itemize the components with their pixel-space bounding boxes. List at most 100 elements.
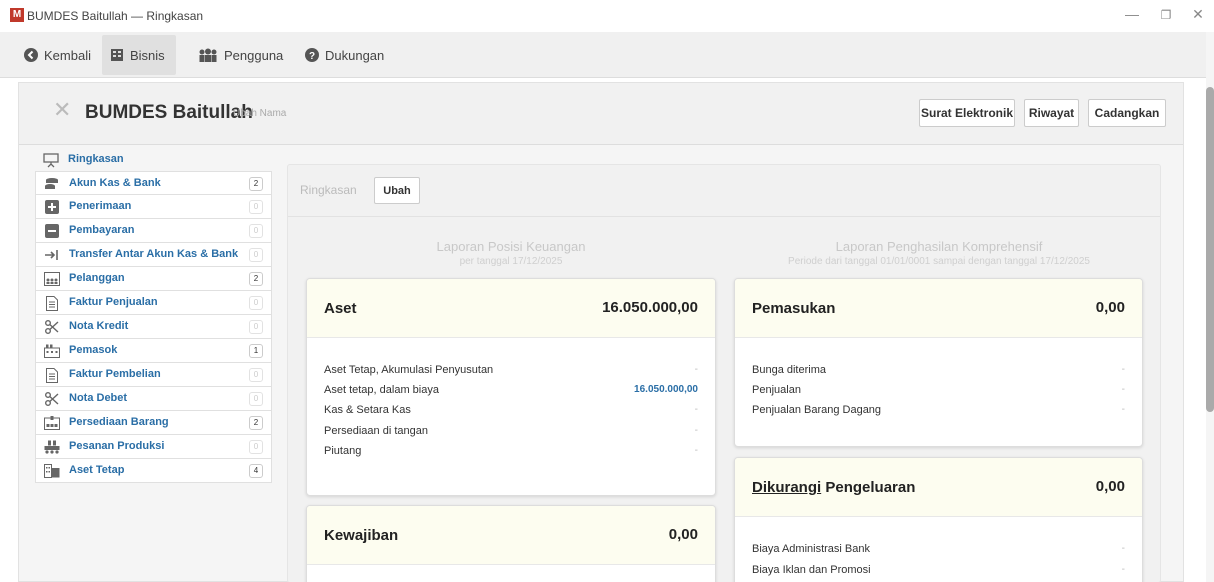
list-item[interactable]: Aset tetap, dalam biaya 16.050.000,00 — [324, 384, 698, 404]
less-link[interactable]: Dikurangi — [752, 479, 821, 496]
sidebar-item-label: Pembayaran — [69, 224, 135, 236]
back-button[interactable]: Kembali — [16, 32, 99, 78]
sidebar-item-production-orders[interactable]: Pesanan Produksi 0 — [35, 435, 272, 459]
window-title: BUMDES Baitullah — Ringkasan — [27, 9, 204, 23]
business-label: Bisnis — [130, 47, 165, 63]
liabilities-card: Kewajiban 0,00 — [306, 505, 716, 582]
list-item[interactable]: Biaya Administrasi Bank - — [752, 543, 1125, 563]
sidebar-item-summary[interactable]: Ringkasan — [35, 148, 272, 171]
back-label: Kembali — [44, 47, 91, 63]
sidebar-item-label: Pelanggan — [69, 272, 125, 284]
sidebar-item-transfers[interactable]: Transfer Antar Akun Kas & Bank 0 — [35, 243, 272, 267]
list-item[interactable]: Biaya Iklan dan Promosi - — [752, 564, 1125, 582]
account-value: - — [694, 404, 698, 415]
liabilities-title: Kewajiban — [324, 527, 399, 544]
count-badge: 0 — [249, 224, 263, 238]
scrollbar-thumb[interactable] — [1206, 87, 1214, 412]
help-icon: ? — [305, 48, 319, 62]
plus-box-icon — [44, 199, 60, 215]
document-icon — [44, 295, 60, 311]
restore-button[interactable]: ❐ — [1156, 8, 1176, 22]
count-badge: 0 — [249, 320, 263, 334]
tab-business[interactable]: Bisnis — [102, 35, 176, 75]
document-icon — [44, 367, 60, 383]
account-value: - — [1121, 564, 1125, 575]
account-name: Biaya Administrasi Bank — [752, 543, 870, 555]
sidebar-item-payments[interactable]: Pembayaran 0 — [35, 219, 272, 243]
business-header: ✕ BUMDES Baitullah Ubah Nama Surat Elekt… — [19, 83, 1183, 145]
sidebar-item-label: Pemasok — [69, 344, 118, 356]
assets-total: 16.050.000,00 — [602, 299, 698, 316]
list-item[interactable]: Penjualan Barang Dagang - — [752, 404, 1125, 424]
app-icon: M — [10, 8, 24, 22]
sidebar-item-credit-notes[interactable]: Nota Kredit 0 — [35, 315, 272, 339]
backup-button[interactable]: Cadangkan — [1088, 99, 1166, 127]
count-badge: 0 — [249, 392, 263, 406]
business-container: ✕ BUMDES Baitullah Ubah Nama Surat Elekt… — [18, 82, 1184, 582]
sidebar-item-sales-invoices[interactable]: Faktur Penjualan 0 — [35, 291, 272, 315]
account-value: - — [694, 425, 698, 436]
account-name: Aset Tetap, Akumulasi Penyusutan — [324, 364, 494, 376]
sidebar-item-fixed-assets[interactable]: Aset Tetap 4 — [35, 459, 272, 483]
tab-users[interactable]: Pengguna — [190, 32, 291, 78]
list-item[interactable]: Kas & Setara Kas - — [324, 404, 698, 424]
sidebar-item-label: Aset Tetap — [69, 464, 125, 476]
vertical-scrollbar[interactable] — [1206, 32, 1214, 582]
svg-text:?: ? — [309, 51, 315, 62]
account-name: Persediaan di tangan — [324, 425, 428, 437]
sidebar-item-cash-bank[interactable]: Akun Kas & Bank 2 — [35, 171, 272, 195]
sidebar-item-receipts[interactable]: Penerimaan 0 — [35, 195, 272, 219]
assets-title: Aset — [324, 300, 357, 317]
sidebar-item-label: Penerimaan — [69, 200, 132, 212]
warehouse-icon — [44, 415, 60, 431]
tab-support[interactable]: ? Dukungan — [297, 32, 392, 78]
account-name: Piutang — [324, 445, 362, 457]
expenses-title: Dikurangi Pengeluaran — [752, 479, 915, 496]
list-item[interactable]: Piutang - — [324, 445, 698, 465]
sidebar-item-customers[interactable]: Pelanggan 2 — [35, 267, 272, 291]
account-value: - — [694, 364, 698, 375]
sidebar-item-purchase-invoices[interactable]: Faktur Pembelian 0 — [35, 363, 272, 387]
list-item[interactable]: Bunga diterima - — [752, 364, 1125, 384]
assets-card-header: Aset 16.050.000,00 — [307, 279, 715, 338]
presentation-icon — [43, 152, 59, 168]
expenses-card-header: Dikurangi Pengeluaran 0,00 — [735, 458, 1142, 517]
sidebar-item-label: Faktur Penjualan — [69, 296, 158, 308]
coins-icon — [44, 176, 60, 192]
count-badge: 0 — [249, 200, 263, 214]
business-icon — [110, 48, 124, 62]
minus-box-icon — [44, 223, 60, 239]
liabilities-card-header: Kewajiban 0,00 — [307, 506, 715, 565]
account-name: Kas & Setara Kas — [324, 404, 411, 416]
count-badge: 2 — [249, 416, 263, 430]
count-badge: 0 — [249, 440, 263, 454]
count-badge: 0 — [249, 248, 263, 262]
customers-icon — [44, 271, 60, 287]
assets-card: Aset 16.050.000,00 Aset Tetap, Akumulasi… — [306, 278, 716, 496]
count-badge: 0 — [249, 296, 263, 310]
sidebar-item-debit-notes[interactable]: Nota Debet 0 — [35, 387, 272, 411]
company-name: BUMDES Baitullah — [85, 102, 253, 123]
close-window-button[interactable]: ✕ — [1188, 6, 1208, 23]
minimize-button[interactable]: — — [1122, 6, 1142, 22]
sidebar-item-inventory[interactable]: Persediaan Barang 2 — [35, 411, 272, 435]
balance-sheet-subtitle: per tanggal 17/12/2025 — [459, 256, 563, 267]
income-statement-subtitle: Periode dari tanggal 01/01/0001 sampai d… — [788, 256, 1090, 267]
sidebar-item-suppliers[interactable]: Pemasok 1 — [35, 339, 272, 363]
close-business-icon[interactable]: ✕ — [53, 97, 71, 123]
email-button[interactable]: Surat Elektronik — [919, 99, 1015, 127]
edit-button[interactable]: Ubah — [374, 177, 420, 204]
account-value[interactable]: 16.050.000,00 — [634, 384, 698, 395]
sidebar-item-label: Pesanan Produksi — [69, 440, 165, 452]
list-item[interactable]: Aset Tetap, Akumulasi Penyusutan - — [324, 364, 698, 384]
rename-link[interactable]: Ubah Nama — [233, 108, 286, 119]
breadcrumb: Ringkasan — [300, 183, 357, 197]
count-badge: 2 — [249, 272, 263, 286]
sidebar-item-label: Akun Kas & Bank — [69, 177, 161, 189]
list-item[interactable]: Persediaan di tangan - — [324, 425, 698, 445]
count-badge: 1 — [249, 344, 263, 358]
users-icon — [198, 48, 218, 62]
history-button[interactable]: Riwayat — [1024, 99, 1079, 127]
production-icon — [44, 439, 60, 455]
list-item[interactable]: Penjualan - — [752, 384, 1125, 404]
